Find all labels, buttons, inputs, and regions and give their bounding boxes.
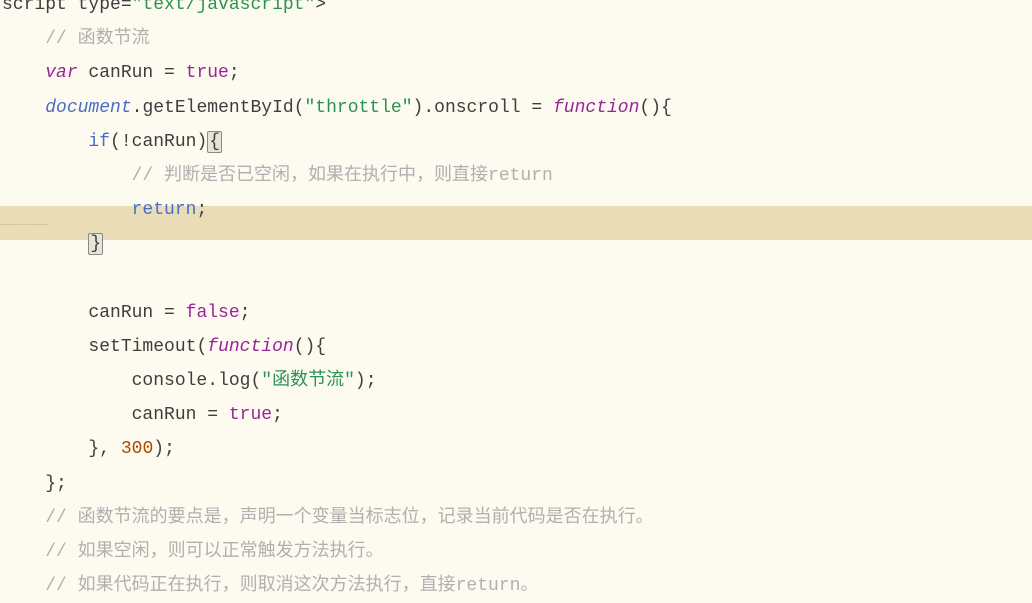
code-line[interactable]: return;: [2, 193, 1032, 227]
code-line[interactable]: var canRun = true;: [2, 56, 1032, 90]
code-line[interactable]: canRun = false;: [2, 296, 1032, 330]
code-line[interactable]: // 函数节流: [2, 22, 1032, 56]
code-editor[interactable]: script type="text/javascript"> // 函数节流 v…: [0, 0, 1032, 603]
code-line[interactable]: };: [2, 467, 1032, 501]
code-line[interactable]: [2, 262, 1032, 296]
code-line[interactable]: // 判断是否已空闲，如果在执行中，则直接return: [2, 159, 1032, 193]
code-line-active[interactable]: }: [2, 227, 1032, 261]
code-line[interactable]: canRun = true;: [2, 398, 1032, 432]
code-line[interactable]: // 函数节流的要点是，声明一个变量当标志位，记录当前代码是否在执行。: [2, 501, 1032, 535]
code-line[interactable]: }, 300);: [2, 432, 1032, 466]
code-line[interactable]: // 如果空闲，则可以正常触发方法执行。: [2, 535, 1032, 569]
code-line[interactable]: document.getElementById("throttle").onsc…: [2, 91, 1032, 125]
bracket-match-open: {: [207, 131, 222, 153]
bracket-match-close: }: [88, 233, 103, 255]
code-line[interactable]: setTimeout(function(){: [2, 330, 1032, 364]
code-line[interactable]: if(!canRun){: [2, 125, 1032, 159]
code-line[interactable]: script type="text/javascript">: [2, 0, 1032, 22]
code-line[interactable]: console.log("函数节流");: [2, 364, 1032, 398]
